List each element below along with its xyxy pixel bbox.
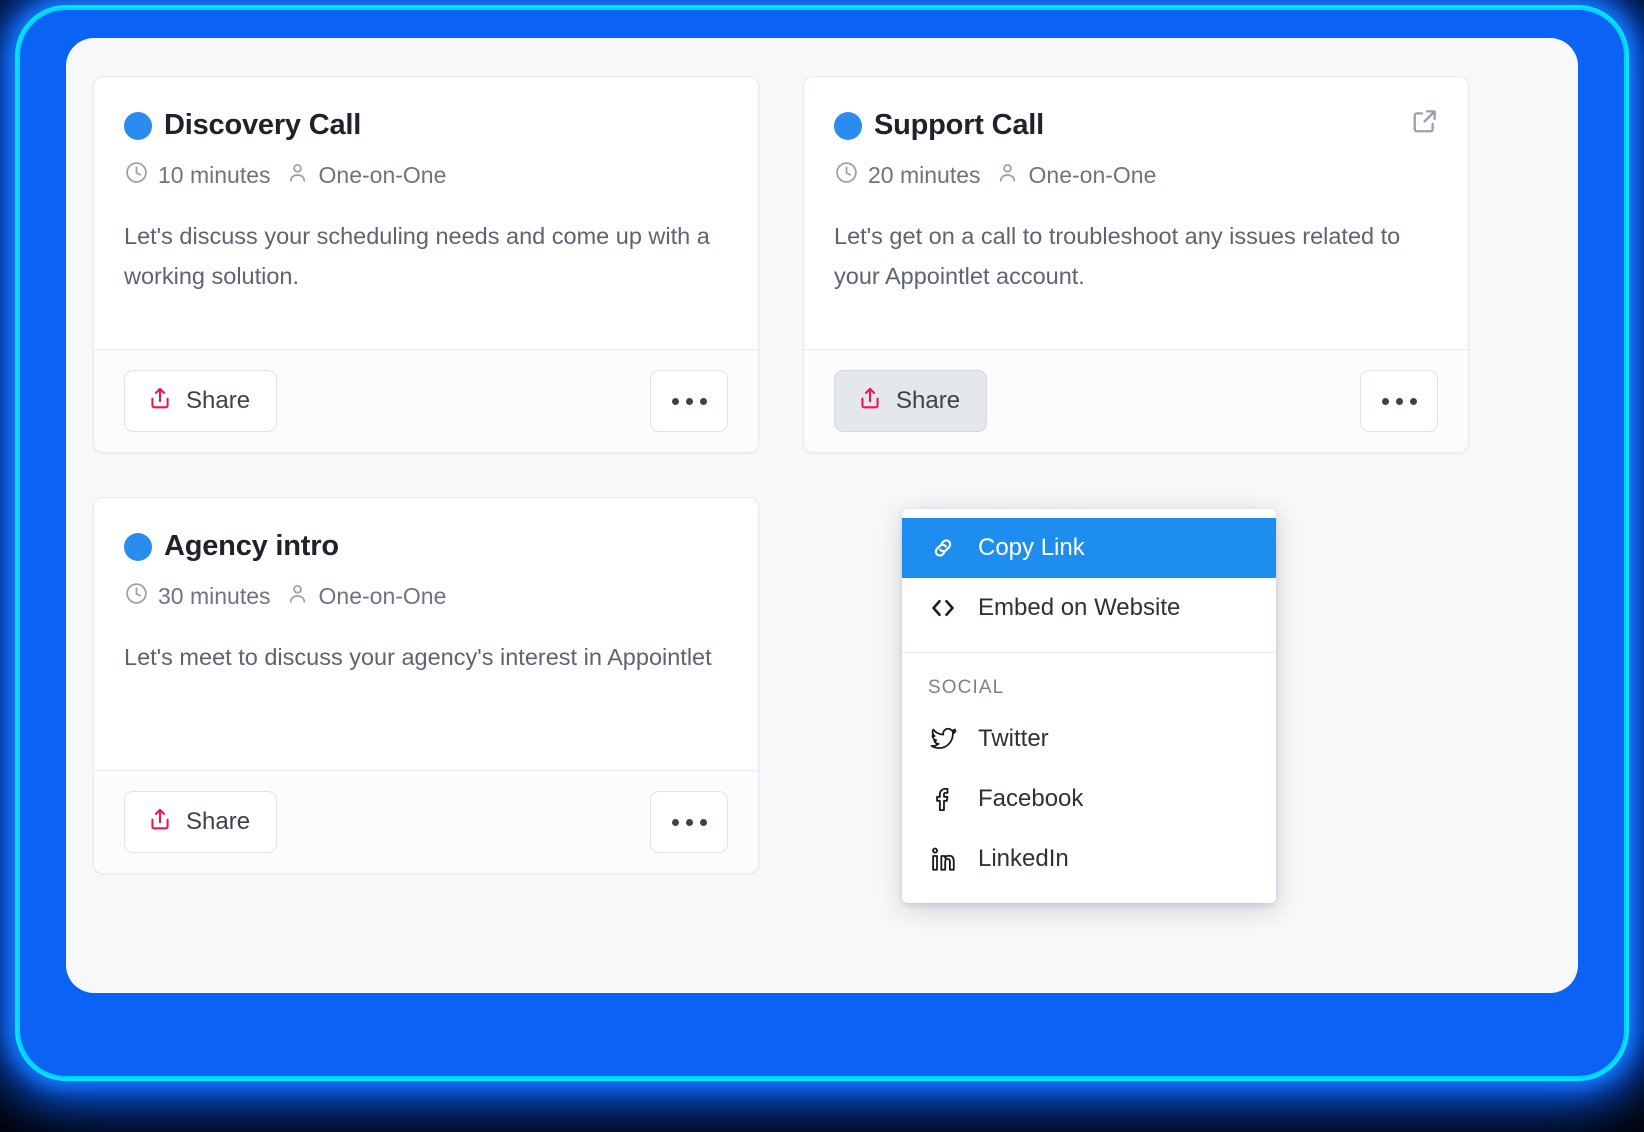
event-color-dot — [834, 111, 862, 140]
type-text: One-on-One — [1028, 162, 1157, 189]
app-window: Discovery Call 10 minutes One-on-One Let… — [66, 38, 1578, 993]
menu-section-social-label: SOCIAL — [928, 677, 1005, 698]
share-upload-icon — [147, 385, 173, 418]
event-type-card[interactable]: Support Call 20 minutes One-on-One Let's… — [803, 76, 1469, 453]
share-button[interactable]: Share — [124, 791, 278, 853]
menu-item-twitter[interactable]: Twitter — [902, 709, 1276, 769]
menu-item-embed-on-website[interactable]: Embed on Website — [902, 578, 1276, 638]
menu-item-label: Facebook — [978, 785, 1084, 812]
type-meta: One-on-One — [285, 160, 447, 191]
twitter-icon — [928, 724, 958, 754]
card-description: Let's discuss your scheduling needs and … — [124, 223, 710, 290]
menu-item-label: Copy Link — [978, 534, 1085, 561]
card-meta-row: 30 minutes One-on-One — [124, 581, 728, 612]
card-body: Agency intro 30 minutes One-on-One Let's… — [94, 498, 758, 770]
card-description: Let's meet to discuss your agency's inte… — [124, 644, 712, 671]
menu-item-copy-link[interactable]: Copy Link — [902, 518, 1276, 578]
external-link-button[interactable] — [1408, 105, 1442, 139]
card-body: Discovery Call 10 minutes One-on-One Let… — [94, 77, 758, 349]
share-button-label: Share — [186, 387, 251, 414]
card-title-row: Support Call — [834, 109, 1438, 142]
more-options-button[interactable] — [1360, 370, 1438, 432]
duration-text: 10 minutes — [158, 162, 271, 189]
card-meta-row: 20 minutes One-on-One — [834, 160, 1438, 191]
type-meta: One-on-One — [285, 581, 447, 612]
event-color-dot — [124, 532, 152, 561]
card-description: Let's get on a call to troubleshoot any … — [834, 223, 1401, 290]
menu-item-label: Twitter — [978, 725, 1049, 752]
share-button-label: Share — [896, 387, 961, 414]
card-title: Support Call — [874, 109, 1044, 141]
event-type-card-grid: Discovery Call 10 minutes One-on-One Let… — [93, 76, 1503, 874]
card-title: Discovery Call — [164, 109, 362, 141]
clock-icon — [834, 160, 859, 191]
linkedin-icon — [928, 844, 958, 874]
facebook-icon — [928, 784, 958, 814]
share-upload-icon — [147, 806, 173, 839]
clock-icon — [124, 160, 149, 191]
more-options-icon — [1381, 397, 1389, 405]
card-body: Support Call 20 minutes One-on-One Let's… — [804, 77, 1468, 349]
type-text: One-on-One — [318, 162, 447, 189]
event-color-dot — [124, 111, 152, 140]
card-title-row: Discovery Call — [124, 109, 728, 142]
card-footer: Share — [804, 349, 1468, 452]
event-type-card[interactable]: Discovery Call 10 minutes One-on-One Let… — [93, 76, 759, 453]
type-meta: One-on-One — [995, 160, 1157, 191]
share-dropdown-menu: Copy Link Embed on Website SOCIAL Twitte… — [902, 509, 1276, 903]
event-type-card[interactable]: Agency intro 30 minutes One-on-One Let's… — [93, 497, 759, 874]
share-button[interactable]: Share — [124, 370, 278, 432]
person-icon — [285, 581, 310, 612]
card-title: Agency intro — [164, 530, 339, 562]
person-icon — [995, 160, 1020, 191]
more-options-icon — [671, 818, 679, 826]
menu-item-label: LinkedIn — [978, 845, 1069, 872]
card-meta-row: 10 minutes One-on-One — [124, 160, 728, 191]
duration-meta: 20 minutes — [834, 160, 981, 191]
share-upload-icon — [857, 385, 883, 418]
clock-icon — [124, 581, 149, 612]
card-footer: Share — [94, 349, 758, 452]
duration-meta: 30 minutes — [124, 581, 271, 612]
menu-item-label: Embed on Website — [978, 594, 1181, 621]
link-icon — [928, 533, 958, 563]
more-options-icon — [671, 397, 679, 405]
duration-text: 20 minutes — [868, 162, 981, 189]
type-text: One-on-One — [318, 583, 447, 610]
code-brackets-icon — [928, 593, 958, 623]
share-button[interactable]: Share — [834, 370, 988, 432]
card-title-row: Agency intro — [124, 530, 728, 563]
duration-text: 30 minutes — [158, 583, 271, 610]
duration-meta: 10 minutes — [124, 160, 271, 191]
person-icon — [285, 160, 310, 191]
more-options-button[interactable] — [650, 791, 728, 853]
menu-item-facebook[interactable]: Facebook — [902, 769, 1276, 829]
menu-item-linkedin[interactable]: LinkedIn — [902, 829, 1276, 889]
share-button-label: Share — [186, 808, 251, 835]
more-options-button[interactable] — [650, 370, 728, 432]
external-link-icon — [1410, 106, 1440, 139]
card-footer: Share — [94, 770, 758, 873]
